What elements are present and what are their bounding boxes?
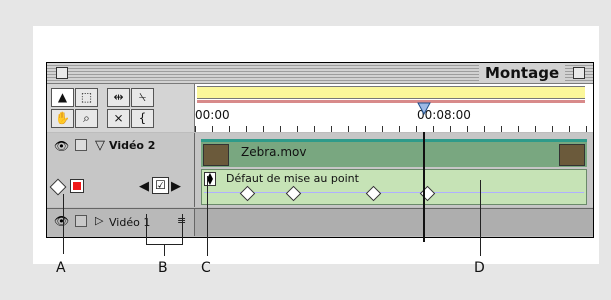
clip-zebra[interactable]: Zebra.mov (201, 139, 587, 167)
keyframe-marker[interactable] (239, 185, 256, 202)
red-swatch-icon (73, 182, 81, 190)
callout-line-b-stem (164, 244, 165, 256)
render-bar (197, 100, 585, 103)
clip-name: Zebra.mov (241, 145, 307, 159)
time-ruler[interactable]: 00:00 00:08:00 (195, 84, 593, 132)
track-header-video-2: 👁 ▽ Vidéo 2 ◀ ☑ ▶ (47, 133, 195, 207)
timeline-window: Montage ▲ ⬚ ⇹ ⍀ ✋ ⌕ ⨯ { 00:00 00:08:00 👁 (46, 62, 594, 242)
callout-d: D (474, 260, 485, 276)
in-out-tool-icon[interactable]: { (131, 109, 154, 128)
clip-thumbnail-start (203, 144, 229, 166)
lock-box[interactable] (75, 215, 87, 227)
track-lane-video-1 (195, 208, 593, 236)
track-name-video-1: Vidéo 1 (109, 216, 151, 229)
keyframe-line (204, 192, 584, 193)
effect-label: Défaut de mise au point (226, 172, 359, 185)
clip-thumbnail-end (559, 144, 585, 166)
callout-line-c (207, 176, 208, 256)
playhead-line[interactable] (423, 132, 425, 242)
callout-line-d (480, 180, 481, 256)
hand-tool-icon[interactable]: ✋ (51, 109, 74, 128)
spinner-icon[interactable]: ▲ ▼ (204, 172, 216, 186)
prev-keyframe-icon[interactable]: ◀ (139, 179, 149, 194)
callout-b: B (158, 260, 168, 276)
twirl-icon[interactable]: ▷ (95, 214, 103, 227)
keyframe-marker[interactable] (285, 185, 302, 202)
callout-line-a (63, 194, 64, 254)
keyframe-marker[interactable] (365, 185, 382, 202)
ruler-ticks (195, 122, 593, 132)
track-lane-video-2: Zebra.mov ▲ ▼ Défaut de mise au point (195, 133, 593, 207)
twirl-icon[interactable]: ▽ (95, 138, 105, 153)
keyframe-band[interactable]: ▲ ▼ Défaut de mise au point (201, 169, 587, 205)
timecode-start: 00:00 (195, 108, 230, 122)
track-name-video-2: Vidéo 2 (109, 139, 156, 152)
razor-tool-icon[interactable]: ⍀ (131, 88, 154, 107)
lock-box[interactable] (75, 139, 87, 151)
close-box[interactable] (56, 67, 68, 79)
track-header-video-1: 👁 ▷ Vidéo 1 ≡ (47, 208, 195, 236)
callout-c: C (201, 260, 211, 276)
callout-a: A (56, 260, 66, 276)
next-keyframe-icon[interactable]: ▶ (171, 179, 181, 194)
figure: Montage ▲ ⬚ ⇹ ⍀ ✋ ⌕ ⨯ { 00:00 00:08:00 👁 (0, 0, 611, 300)
title-bar[interactable]: Montage (47, 63, 593, 84)
zoom-box[interactable] (573, 67, 585, 79)
callout-line-b-right (182, 214, 183, 244)
tool-palette: ▲ ⬚ ⇹ ⍀ ✋ ⌕ ⨯ { (47, 84, 195, 132)
color-swatch[interactable] (70, 179, 84, 193)
track-select-tool-icon[interactable]: ⇹ (107, 88, 130, 107)
link-tool-icon[interactable]: ⨯ (107, 109, 130, 128)
playhead-marker-icon[interactable] (417, 102, 431, 116)
keyframe-checkbox-icon[interactable]: ☑ (152, 177, 169, 194)
eye-icon[interactable]: 👁 (54, 139, 69, 153)
zoom-tool-icon[interactable]: ⌕ (75, 109, 98, 128)
work-area-bar[interactable] (197, 86, 585, 99)
keyframe-toggle-icon[interactable] (49, 178, 67, 196)
eye-icon[interactable]: 👁 (54, 214, 69, 228)
window-title: Montage (479, 63, 566, 83)
callout-line-b-left (146, 214, 147, 244)
range-select-tool-icon[interactable]: ⬚ (75, 88, 98, 107)
selection-tool-icon[interactable]: ▲ (51, 88, 74, 107)
